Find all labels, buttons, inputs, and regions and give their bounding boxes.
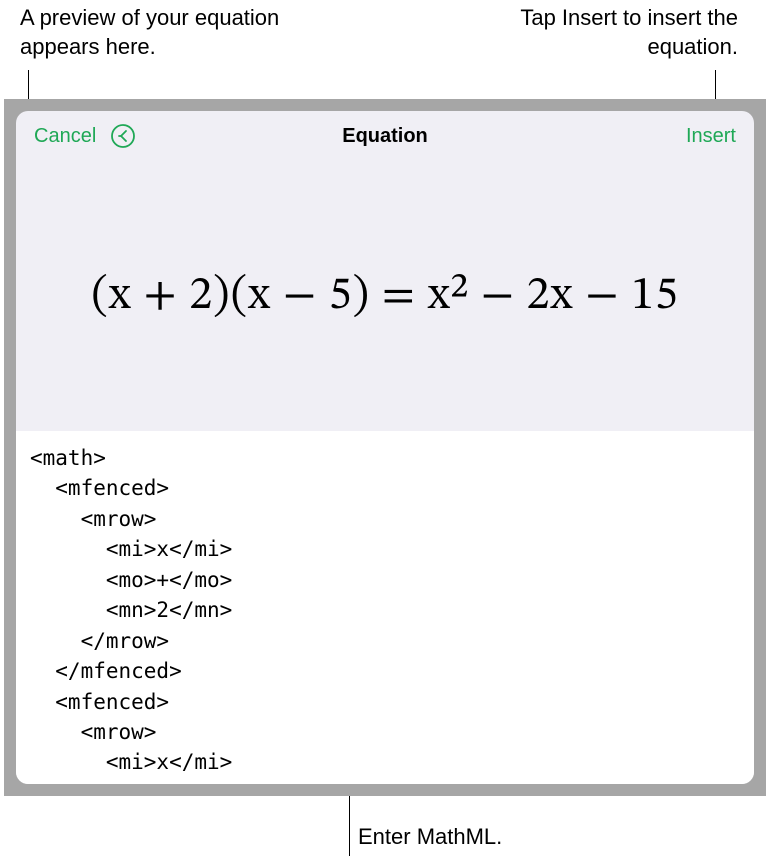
insert-button[interactable]: Insert	[686, 125, 736, 148]
cancel-button[interactable]: Cancel	[34, 125, 96, 148]
annotation-preview: A preview of your equation appears here.	[20, 4, 320, 61]
undo-icon[interactable]	[110, 123, 136, 149]
annotation-mathml: Enter MathML.	[358, 823, 502, 852]
equation-preview-area: (x + 2)(x − 5) = x² − 2x − 15	[16, 161, 754, 431]
dialog-title: Equation	[342, 125, 428, 148]
dialog-header: Cancel Equation Insert	[16, 111, 754, 161]
screenshot-frame: Cancel Equation Insert (x + 2)(x − 5) = …	[4, 99, 766, 796]
equation-preview: (x + 2)(x − 5) = x² − 2x − 15	[91, 267, 679, 325]
equation-dialog: Cancel Equation Insert (x + 2)(x − 5) = …	[16, 111, 754, 784]
mathml-input[interactable]: <math> <mfenced> <mrow> <mi>x</mi> <mo>+…	[16, 431, 754, 784]
header-left: Cancel	[34, 123, 136, 149]
annotation-insert: Tap Insert to insert the equation.	[458, 4, 738, 61]
